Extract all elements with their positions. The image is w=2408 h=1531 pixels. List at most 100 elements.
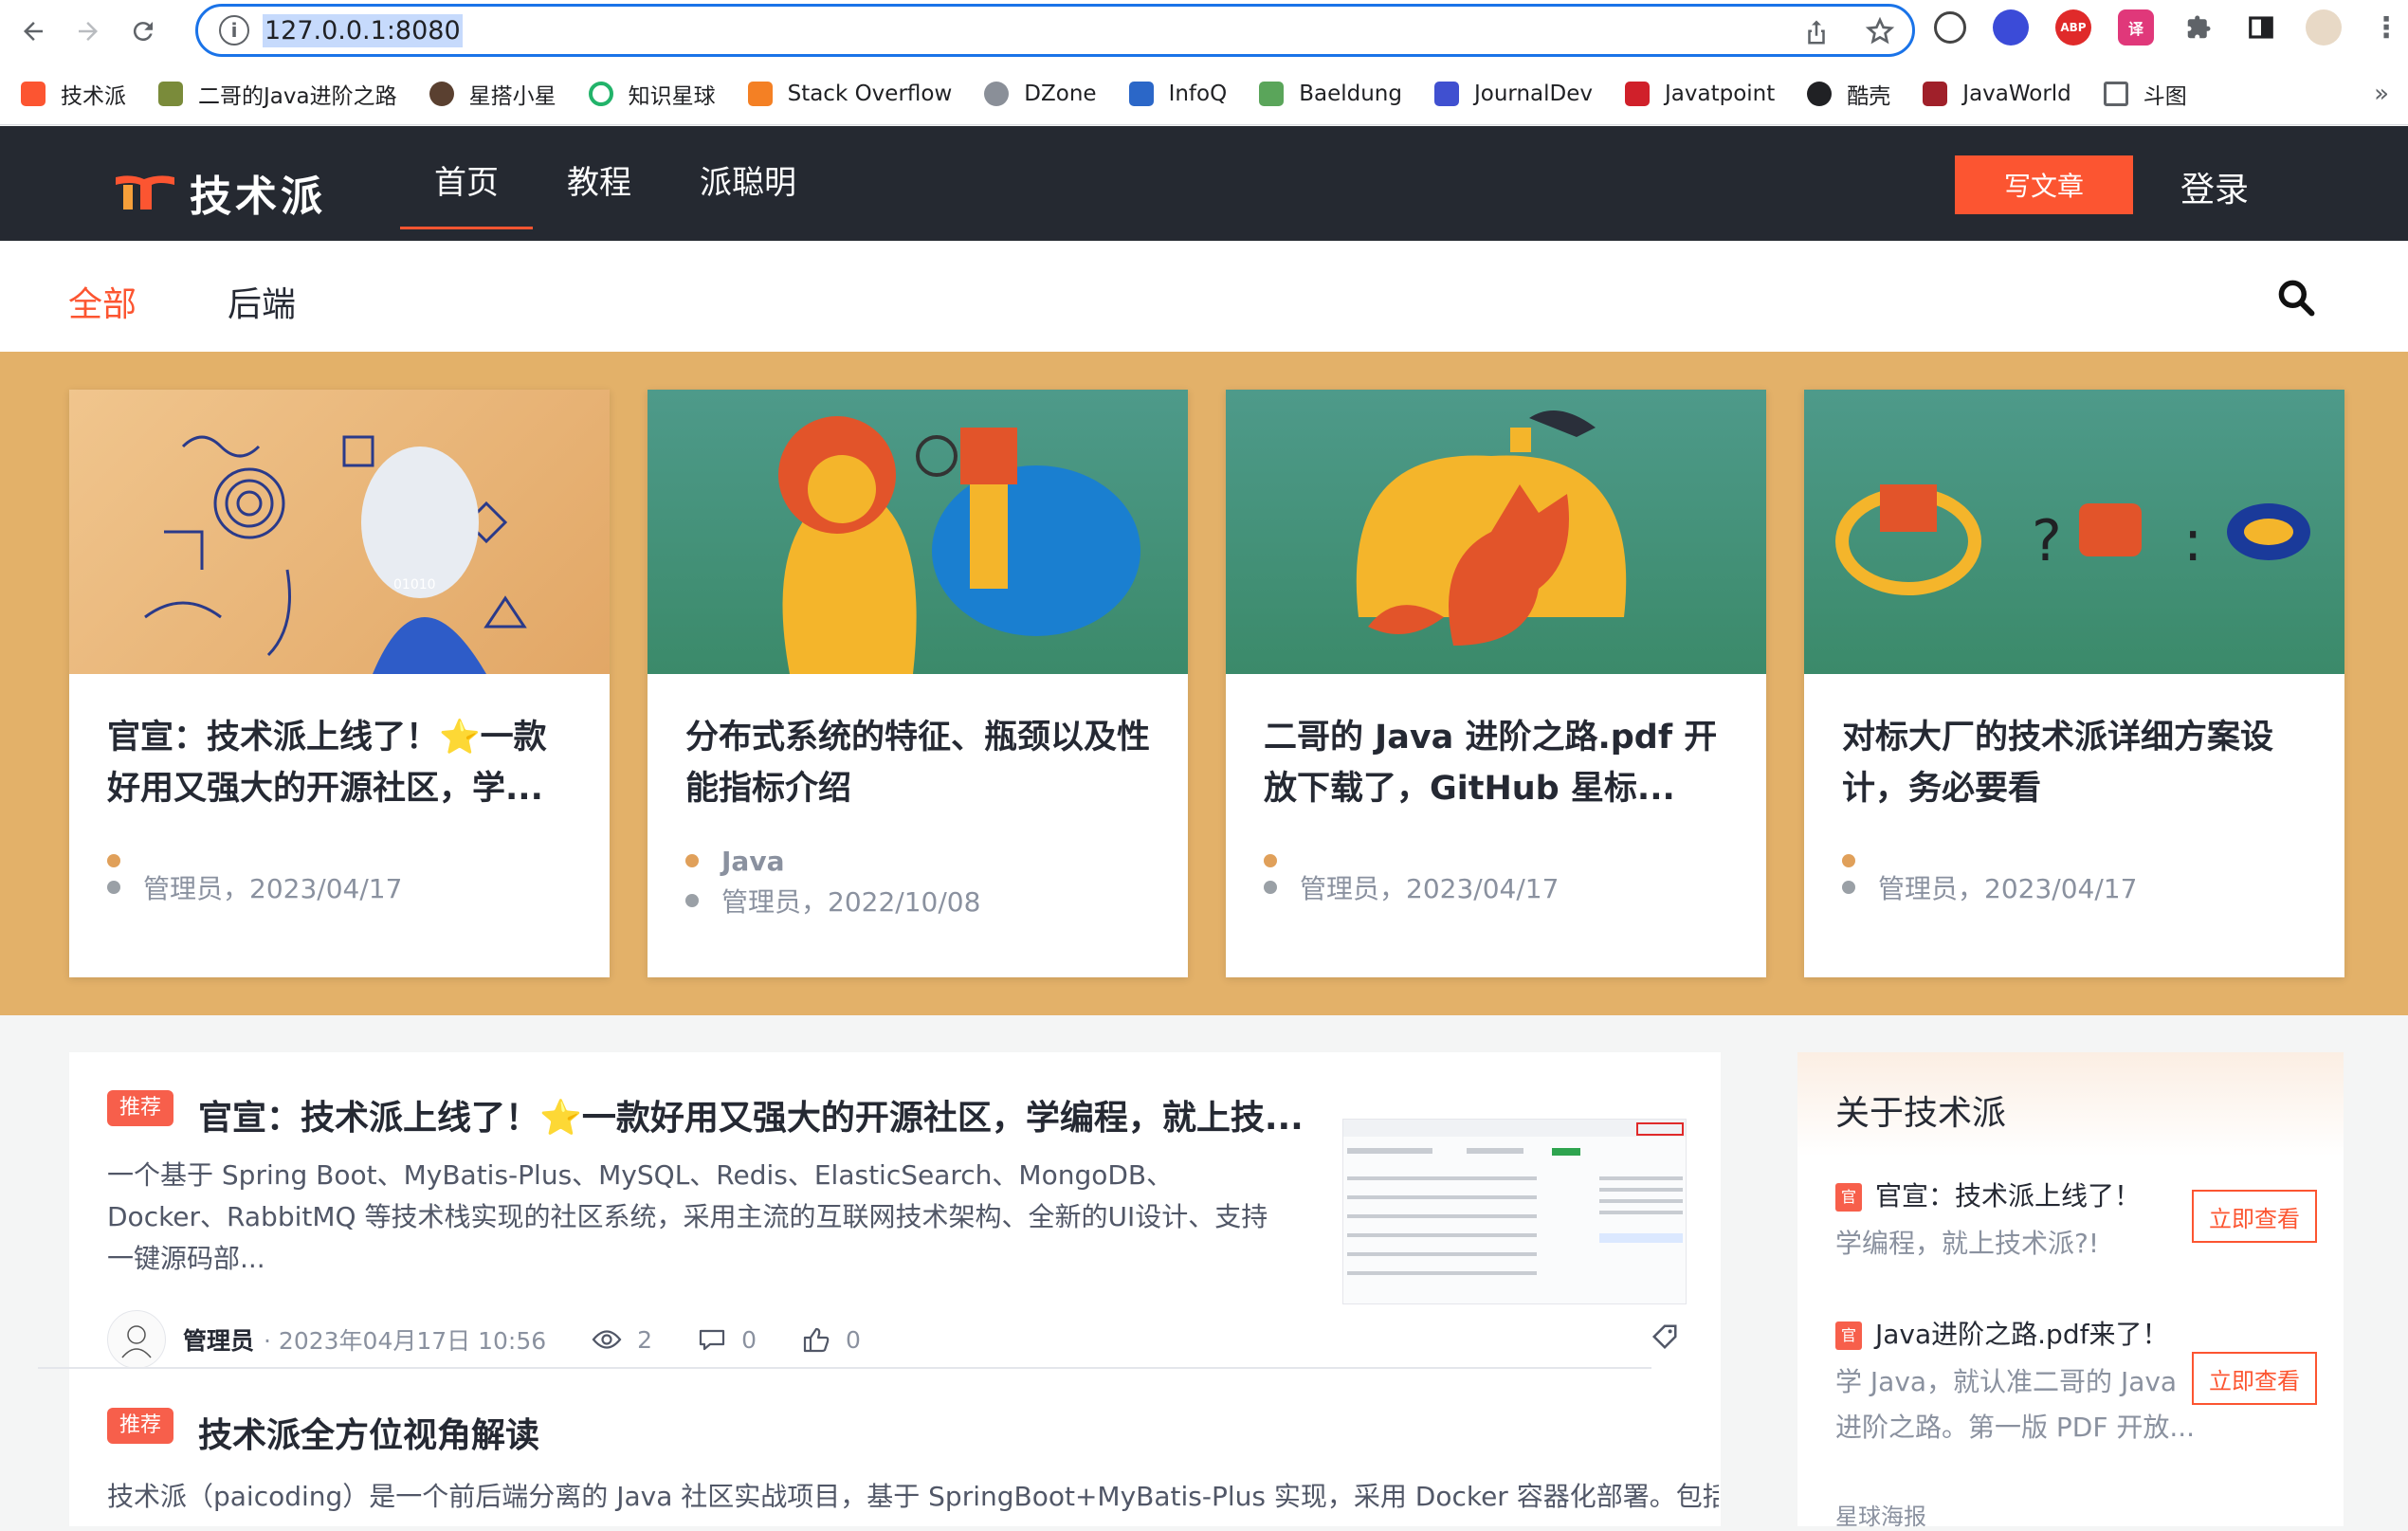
bookmark-item[interactable]: Javatpoint (1625, 81, 1775, 106)
view-now-button[interactable]: 立即查看 (2192, 1352, 2317, 1405)
dot-icon (107, 854, 120, 867)
article-summary: 一个基于 Spring Boot、MyBatis-Plus、MySQL、Redi… (107, 1159, 1268, 1274)
article-title[interactable]: 官宣：技术派上线了！⭐️一款好用又强大的开源社区，学编程，就上技... (198, 1090, 1304, 1139)
extension-icon[interactable] (1993, 9, 2029, 46)
dot-icon (1842, 854, 1855, 867)
site-logo[interactable]: 技术派 (112, 162, 326, 223)
profile-avatar[interactable] (2306, 9, 2342, 46)
card-meta: 管理员，2023/04/17 (1842, 841, 2307, 907)
article-title[interactable]: 技术派全方位视角解读 (198, 1408, 539, 1457)
card-meta: 管理员，2023/04/17 (1264, 841, 1728, 907)
side-panel-icon[interactable] (2243, 9, 2279, 46)
menu-icon[interactable]: ⋮ (2368, 9, 2404, 46)
bookmark-folder[interactable]: 斗图 (2103, 78, 2187, 110)
search-icon[interactable] (2275, 277, 2317, 319)
category-bar: 全部 后端 (0, 241, 2408, 352)
bookmark-item[interactable]: JavaWorld (1923, 81, 2071, 106)
view-now-button[interactable]: 立即查看 (2192, 1190, 2317, 1243)
card-illustration: 01010 (69, 390, 610, 674)
extensions-bar: ABP 译 ⋮ (1934, 9, 2404, 46)
thumbs-up-icon (803, 1327, 830, 1353)
bookmark-star-icon[interactable] (1865, 16, 1895, 46)
bookmark-item[interactable]: 知识星球 (588, 78, 716, 110)
bookmark-item[interactable]: 星搭小星 (429, 78, 556, 110)
bookmark-favicon (1259, 81, 1285, 106)
dot-icon (1842, 881, 1855, 894)
article-summary: 技术派（paicoding）是一个前后端分离的 Java 社区实战项目，基于 S… (107, 1481, 1719, 1512)
card-illustration (648, 390, 1188, 674)
card-title[interactable]: 官宣：技术派上线了！⭐️一款好用又强大的开源社区，学... (107, 712, 572, 814)
comment-count[interactable]: 0 (698, 1326, 757, 1354)
like-count[interactable]: 0 (802, 1326, 861, 1354)
bookmark-item[interactable]: DZone (984, 81, 1097, 106)
article-item[interactable]: 推荐 官宣：技术派上线了！⭐️一款好用又强大的开源社区，学编程，就上技... 一… (107, 1090, 1719, 1369)
bookmark-item[interactable]: 二哥的Java进阶之路 (158, 78, 397, 110)
bookmark-item[interactable]: InfoQ (1128, 81, 1227, 106)
bookmark-item[interactable]: 技术派 (21, 78, 126, 110)
logo-icon (116, 175, 174, 210)
banner-card[interactable]: 分布式系统的特征、瓶颈以及性能指标介绍 Java 管理员，2022/10/08 (648, 390, 1188, 977)
bookmark-item[interactable]: 酷壳 (1807, 78, 1890, 110)
author-name[interactable]: 管理员 (183, 1322, 254, 1357)
nav-home[interactable]: 首页 (400, 126, 533, 241)
article-divider (38, 1367, 1651, 1369)
address-bar[interactable]: i 127.0.0.1:8080 (195, 4, 1915, 57)
card-illustration: ? : (1804, 390, 2344, 674)
url-text[interactable]: 127.0.0.1:8080 (263, 13, 463, 47)
view-count: 2 (592, 1326, 652, 1354)
recommend-badge: 推荐 (107, 1408, 173, 1444)
comment-icon (699, 1329, 725, 1351)
extension-icon[interactable] (1934, 11, 1966, 44)
banner-card[interactable]: 01010 官宣：技术派上线了！⭐️一款好用又强大的开源社区，学... 管理员，… (69, 390, 610, 977)
site-header: 技术派 首页 教程 派聪明 写文章 登录 (0, 126, 2408, 241)
share-icon[interactable] (1802, 16, 1831, 48)
card-title[interactable]: 分布式系统的特征、瓶颈以及性能指标介绍 (685, 712, 1150, 814)
svg-text:01010: 01010 (393, 577, 436, 592)
translate-icon[interactable]: 译 (2118, 9, 2154, 46)
svg-text:?: ? (2032, 508, 2062, 574)
bookmark-favicon (1923, 81, 1948, 106)
sidebar-item-title[interactable]: Java进阶之路.pdf来了！ (1875, 1319, 2168, 1350)
bookmark-item[interactable]: Stack Overflow (747, 81, 952, 106)
about-sidebar: 关于技术派 官官宣：技术派上线了！ 学编程，就上技术派?! 立即查看 官 Java… (1797, 1052, 2344, 1530)
sidebar-item-desc: 学 Java，就认准二哥的 Java 进阶之路。第一版 PDF 开放... (1835, 1366, 2196, 1443)
bookmark-favicon (429, 81, 454, 106)
article-thumbnail[interactable] (1342, 1119, 1687, 1304)
author-avatar[interactable] (107, 1310, 166, 1369)
card-illustration (1226, 390, 1766, 674)
nav-tutorials[interactable]: 教程 (533, 126, 666, 241)
dot-icon (1264, 854, 1277, 867)
bookmark-favicon (1807, 81, 1833, 106)
card-title[interactable]: 对标大厂的技术派详细方案设计，务必要看 (1842, 712, 2307, 814)
bookmark-favicon (158, 81, 183, 106)
bookmark-item[interactable]: Baeldung (1259, 81, 1402, 106)
bookmark-favicon (984, 81, 1010, 106)
abp-icon[interactable]: ABP (2055, 9, 2091, 46)
nav-paicongming[interactable]: 派聪明 (666, 126, 830, 241)
dot-icon (107, 881, 120, 894)
main-nav: 首页 教程 派聪明 (400, 126, 830, 241)
category-all[interactable]: 全部 (68, 277, 137, 326)
card-title[interactable]: 二哥的 Java 进阶之路.pdf 开放下载了，GitHub 星标... (1264, 712, 1728, 814)
banner-card[interactable]: 二哥的 Java 进阶之路.pdf 开放下载了，GitHub 星标... 管理员… (1226, 390, 1766, 977)
bookmark-item[interactable]: JournalDev (1433, 81, 1593, 106)
official-icon: 官 (1835, 1183, 1862, 1212)
login-link[interactable]: 登录 (2180, 162, 2249, 211)
category-backend[interactable]: 后端 (228, 277, 296, 326)
reload-icon[interactable] (116, 4, 171, 59)
forward-icon[interactable] (61, 4, 116, 59)
write-article-button[interactable]: 写文章 (1955, 155, 2133, 214)
banner-card[interactable]: ? : 对标大厂的技术派详细方案设计，务必要看 管理员，2023/04/17 (1804, 390, 2344, 977)
article-item[interactable]: 推荐 技术派全方位视角解读 技术派（paicoding）是一个前后端分离的 Ja… (107, 1408, 1719, 1526)
sidebar-item-title[interactable]: 官宣：技术派上线了！ (1875, 1180, 2141, 1212)
site-info-icon[interactable]: i (219, 15, 249, 46)
puzzle-icon[interactable] (2180, 9, 2216, 46)
dot-icon (685, 894, 699, 907)
bookmark-favicon (1128, 81, 1154, 106)
sidebar-item-desc: 学编程，就上技术派?! (1835, 1228, 2100, 1259)
tag-icon[interactable] (1651, 1322, 1679, 1351)
card-meta: 管理员，2023/04/17 (107, 841, 572, 907)
back-icon[interactable] (6, 4, 61, 59)
bookmarks-overflow-icon[interactable]: » (2374, 80, 2389, 108)
bookmark-favicon (588, 81, 613, 106)
